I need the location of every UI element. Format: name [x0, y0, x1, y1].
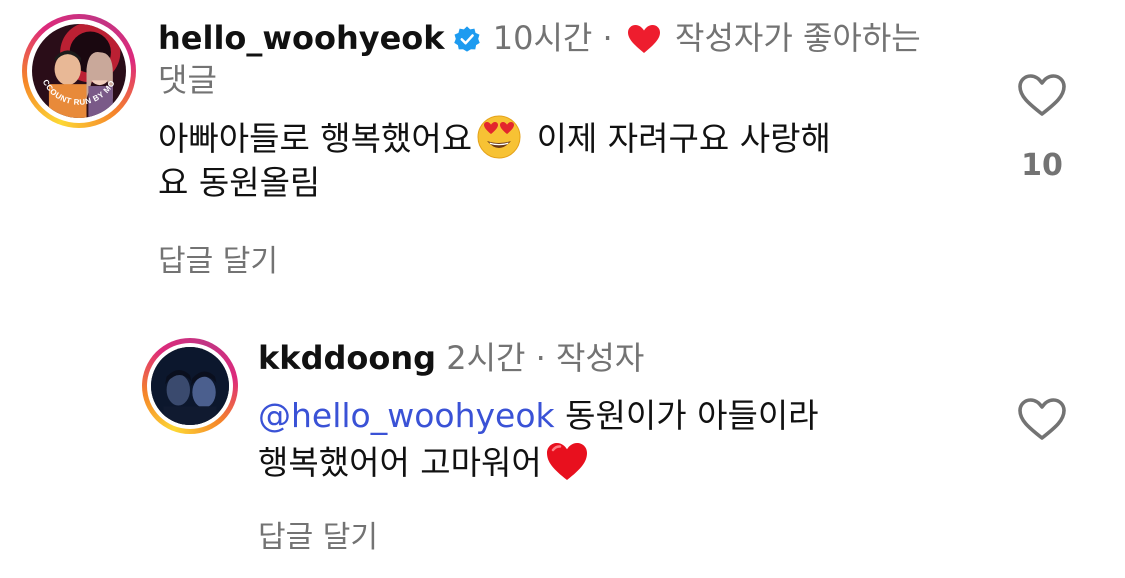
comment-item: ACCOUNT RUN BY MOM hello_woohyeok 10시간 ·…: [0, 0, 1125, 300]
reply-button[interactable]: 답글 달기: [258, 512, 378, 556]
svg-text:ACCOUNT RUN BY MOM: ACCOUNT RUN BY MOM: [22, 14, 117, 107]
reply-button[interactable]: 답글 달기: [158, 236, 278, 280]
avatar-text: ACCOUNT RUN BY MOM: [22, 14, 117, 107]
author-liked-label: 작성자가 좋아하는: [675, 19, 921, 57]
username[interactable]: hello_woohyeok: [158, 19, 445, 57]
author-liked-heart-icon: [627, 23, 661, 53]
author-liked-label-line2: 댓글: [158, 61, 217, 99]
reply-comment-item: kkddoong 2시간 · 작성자 @hello_woohyeok 동원이가 …: [0, 330, 1125, 578]
comment-time: 2시간: [446, 339, 526, 377]
avatar[interactable]: [142, 338, 238, 434]
comment-header: kkddoong 2시간 · 작성자: [258, 338, 644, 378]
separator-dot: ·: [535, 339, 546, 377]
mention-link[interactable]: @hello_woohyeok: [258, 396, 555, 435]
like-heart-icon[interactable]: [1016, 72, 1068, 118]
author-badge: 작성자: [555, 339, 645, 377]
comment-text-line1-a: 아빠아들로 행복했어요: [158, 119, 473, 158]
comment-text: @hello_woohyeok 동원이가 아들이라 행복했어어 고마워어: [258, 394, 978, 485]
comment-text-line1: 동원이가 아들이라: [565, 396, 819, 435]
red-heart-emoji-icon: [544, 438, 590, 484]
verified-badge-icon: [453, 22, 481, 52]
comment-header: hello_woohyeok 10시간 · 작성자가 좋아하는: [158, 18, 921, 58]
separator-dot: ·: [602, 19, 613, 57]
comment-text: 아빠아들로 행복했어요 이제 자려구요 사랑해 요 동원올림: [158, 114, 978, 205]
comment-text-line2: 행복했어어 고마워어: [258, 443, 542, 482]
comment-text-line2: 요 동원올림: [158, 163, 321, 202]
avatar-photo: [151, 347, 229, 425]
like-count: 10: [1021, 148, 1063, 183]
comment-text-line1-b: 이제 자려구요 사랑해: [536, 119, 831, 158]
comment-time: 10시간: [492, 19, 593, 57]
like-heart-icon[interactable]: [1016, 396, 1068, 442]
heart-eyes-emoji-icon: [476, 114, 522, 160]
avatar[interactable]: ACCOUNT RUN BY MOM: [22, 14, 136, 128]
username[interactable]: kkddoong: [258, 339, 436, 377]
